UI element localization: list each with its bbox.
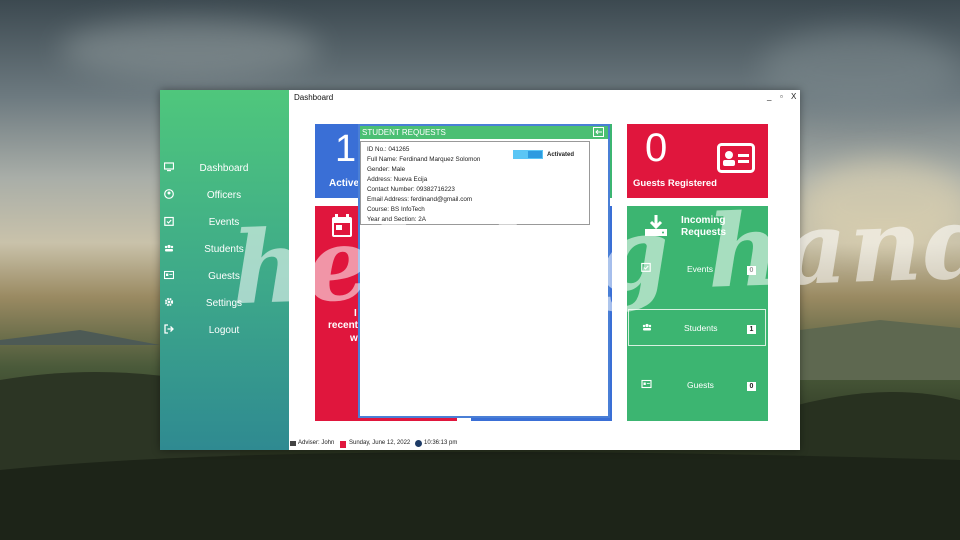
event-text-line-1: I — [354, 308, 357, 319]
back-button[interactable] — [593, 127, 604, 137]
calendar-check-icon — [164, 216, 174, 226]
adviser-label: Adviser: John — [298, 440, 335, 446]
field-address: Address: Nueva Ecija — [367, 176, 428, 183]
sidebar: Dashboard Officers Events Students Guest… — [160, 90, 289, 450]
event-text-line-2: recent — [328, 320, 359, 331]
field-id: ID No.: 041265 — [367, 146, 410, 153]
minimize-button[interactable]: _ — [767, 92, 771, 101]
id-card-icon — [717, 143, 755, 173]
arrow-left-icon — [595, 129, 602, 135]
field-gender: Gender: Male — [367, 166, 406, 173]
dashboard-window: Dashboard Officers Events Students Guest… — [160, 90, 800, 450]
adviser-icon — [290, 441, 296, 446]
sidebar-item-settings[interactable]: Settings — [160, 293, 289, 315]
dialog-header: STUDENT REQUESTS — [360, 126, 608, 139]
id-card-icon — [164, 270, 174, 280]
incoming-row-label: Guests — [687, 380, 714, 390]
student-request-record[interactable]: ID No.: 041265 Full Name: Ferdinand Marq… — [360, 141, 590, 225]
date-label: Sunday, June 12, 2022 — [349, 440, 411, 446]
sidebar-item-label: Officers — [206, 190, 242, 201]
user-circle-icon — [164, 189, 174, 199]
incoming-row-count: 0 — [747, 382, 756, 391]
sidebar-item-guests[interactable]: Guests — [160, 266, 289, 288]
field-contact: Contact Number: 09382716223 — [367, 186, 455, 193]
incoming-row-label: Students — [684, 323, 718, 333]
logout-icon — [164, 324, 174, 334]
calendar-check-icon — [641, 262, 651, 272]
field-year-section: Year and Section: 2A — [367, 216, 426, 223]
sidebar-item-label: Logout — [208, 325, 240, 336]
sidebar-item-officers[interactable]: Officers — [160, 185, 289, 207]
calendar-icon — [340, 441, 346, 448]
sidebar-item-label: Students — [204, 244, 244, 255]
field-full-name: Full Name: Ferdinand Marquez Solomon — [367, 156, 481, 163]
cloud — [60, 20, 320, 80]
incoming-row-events[interactable]: Events 0 — [627, 250, 768, 288]
status-bar: Adviser: John Sunday, June 12, 2022 10:3… — [289, 439, 800, 450]
incoming-title-2: Requests — [681, 227, 727, 238]
guests-registered-card: 0 Guests Registered — [627, 124, 768, 198]
field-email: Email Address: ferdinand@gmail.com — [367, 196, 473, 203]
incoming-row-count: 1 — [747, 325, 756, 334]
activation-toggle[interactable] — [513, 150, 543, 159]
close-button[interactable]: X — [791, 92, 796, 101]
active-label: Active — [329, 178, 360, 189]
guests-registered-count: 0 — [645, 126, 668, 170]
window-title: Dashboard — [294, 93, 334, 102]
sidebar-item-events[interactable]: Events — [160, 212, 289, 234]
gear-icon — [164, 297, 174, 307]
sidebar-item-dashboard[interactable]: Dashboard — [160, 158, 289, 180]
calendar-icon — [332, 214, 352, 237]
dialog-title: STUDENT REQUESTS — [362, 128, 446, 137]
time-label: 10:36:13 pm — [424, 440, 458, 446]
field-course: Course: BS InfoTech — [367, 206, 425, 213]
incoming-row-students[interactable]: Students 1 — [628, 309, 766, 346]
incoming-row-count: 0 — [747, 266, 756, 275]
sidebar-item-label: Events — [208, 217, 240, 228]
sidebar-item-label: Guests — [208, 271, 240, 282]
event-text-line-3: w — [350, 333, 358, 344]
sidebar-item-logout[interactable]: Logout — [160, 320, 289, 342]
cloud — [800, 160, 960, 250]
active-count: 1 — [335, 128, 357, 170]
sidebar-item-label: Dashboard — [199, 163, 249, 174]
activation-status: Activated — [547, 152, 575, 158]
incoming-row-guests[interactable]: Guests 0 — [627, 366, 768, 404]
incoming-row-label: Events — [687, 264, 713, 274]
sidebar-item-label: Settings — [205, 298, 243, 309]
sidebar-item-students[interactable]: Students — [160, 239, 289, 261]
users-icon — [642, 323, 652, 331]
download-tray-icon — [645, 215, 667, 236]
incoming-requests-panel: Incoming Requests Events 0 Students 1 Gu… — [627, 206, 768, 421]
incoming-title-1: Incoming — [681, 215, 726, 226]
guests-registered-label: Guests Registered — [633, 178, 717, 189]
clock-icon — [415, 440, 422, 447]
id-card-icon — [641, 379, 652, 389]
student-requests-dialog: STUDENT REQUESTS ID No.: 041265 Full Nam… — [358, 124, 610, 418]
toggle-knob — [528, 151, 542, 158]
maximize-button[interactable]: ▫ — [780, 92, 783, 101]
monitor-icon — [164, 162, 174, 172]
users-icon — [164, 244, 174, 252]
